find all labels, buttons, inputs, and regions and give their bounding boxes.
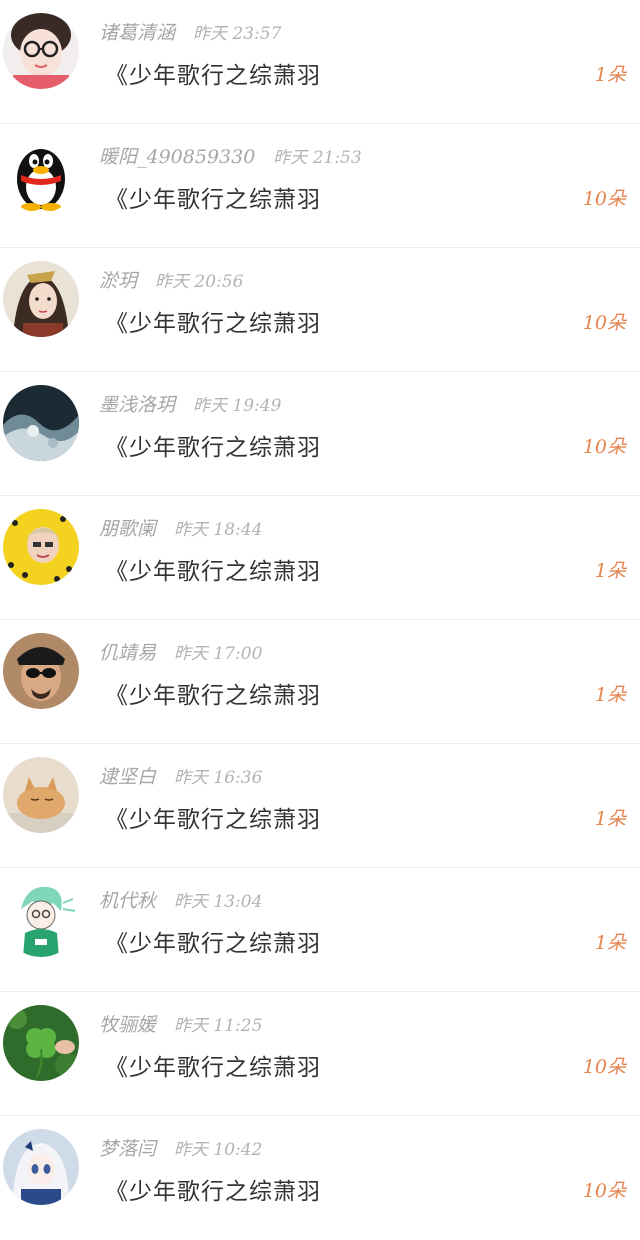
list-item[interactable]: 墨浅洛玥 昨天 19:49 《少年歌行之综萧羽 10朵 xyxy=(0,372,640,496)
gift-time: 昨天 21:53 xyxy=(273,148,362,168)
flower-count: 10朵 xyxy=(582,436,626,458)
list-item[interactable]: 淤玥 昨天 20:56 《少年歌行之综萧羽 10朵 xyxy=(0,248,640,372)
gift-time: 昨天 10:42 xyxy=(174,1140,263,1160)
user-name[interactable]: 仉靖易 xyxy=(99,642,156,664)
list-item[interactable]: 仉靖易 昨天 17:00 《少年歌行之综萧羽 1朵 xyxy=(0,620,640,744)
ink-wave-avatar[interactable] xyxy=(3,385,79,461)
clover-avatar[interactable] xyxy=(3,1005,79,1081)
user-name[interactable]: 诸葛清涵 xyxy=(99,22,175,44)
flower-count: 10朵 xyxy=(582,1056,626,1078)
list-item[interactable]: 牧骊媛 昨天 11:25 《少年歌行之综萧羽 10朵 xyxy=(0,992,640,1116)
user-name[interactable]: 机代秋 xyxy=(99,890,156,912)
flower-count: 1朵 xyxy=(594,684,626,706)
sunglasses-man-avatar[interactable] xyxy=(3,633,79,709)
user-name[interactable]: 暖阳_490859330 xyxy=(99,146,255,168)
girl-glasses-avatar[interactable] xyxy=(3,13,79,89)
cat-avatar[interactable] xyxy=(3,757,79,833)
yellow-boy-avatar[interactable] xyxy=(3,509,79,585)
book-title[interactable]: 《少年歌行之综萧羽 xyxy=(105,56,321,90)
book-title[interactable]: 《少年歌行之综萧羽 xyxy=(105,428,321,462)
book-title[interactable]: 《少年歌行之综萧羽 xyxy=(105,800,321,834)
anime-girl-avatar[interactable] xyxy=(3,1129,79,1205)
green-cartoon-boy-avatar[interactable] xyxy=(3,881,79,957)
flower-count: 1朵 xyxy=(594,560,626,582)
list-item[interactable]: 朋歌阑 昨天 18:44 《少年歌行之综萧羽 1朵 xyxy=(0,496,640,620)
user-name[interactable]: 朋歌阑 xyxy=(99,518,156,540)
gift-time: 昨天 18:44 xyxy=(174,520,263,540)
user-name[interactable]: 逮坚白 xyxy=(99,766,156,788)
gift-time: 昨天 16:36 xyxy=(174,768,263,788)
user-name[interactable]: 墨浅洛玥 xyxy=(99,394,175,416)
book-title[interactable]: 《少年歌行之综萧羽 xyxy=(105,924,321,958)
list-item[interactable]: 暖阳_490859330 昨天 21:53 《少年歌行之综萧羽 10朵 xyxy=(0,124,640,248)
gift-time: 昨天 19:49 xyxy=(193,396,282,416)
user-name[interactable]: 牧骊媛 xyxy=(99,1014,156,1036)
book-title[interactable]: 《少年歌行之综萧羽 xyxy=(105,180,321,214)
gift-time: 昨天 20:56 xyxy=(155,272,244,292)
flower-count: 10朵 xyxy=(582,1180,626,1202)
list-item[interactable]: 机代秋 昨天 13:04 《少年歌行之综萧羽 1朵 xyxy=(0,868,640,992)
user-name[interactable]: 淤玥 xyxy=(99,270,137,292)
list-item[interactable]: 梦落闫 昨天 10:42 《少年歌行之综萧羽 10朵 xyxy=(0,1116,640,1240)
book-title[interactable]: 《少年歌行之综萧羽 xyxy=(105,1048,321,1082)
book-title[interactable]: 《少年歌行之综萧羽 xyxy=(105,676,321,710)
user-name[interactable]: 梦落闫 xyxy=(99,1138,156,1160)
list-item[interactable]: 诸葛清涵 昨天 23:57 《少年歌行之综萧羽 1朵 xyxy=(0,0,640,124)
book-title[interactable]: 《少年歌行之综萧羽 xyxy=(105,304,321,338)
book-title[interactable]: 《少年歌行之综萧羽 xyxy=(105,552,321,586)
flower-count: 1朵 xyxy=(594,932,626,954)
ancient-girl-avatar[interactable] xyxy=(3,261,79,337)
list-item[interactable]: 逮坚白 昨天 16:36 《少年歌行之综萧羽 1朵 xyxy=(0,744,640,868)
gift-list: 诸葛清涵 昨天 23:57 《少年歌行之综萧羽 1朵 暖阳_490859330 昨天… xyxy=(0,0,640,1217)
flower-count: 1朵 xyxy=(594,64,626,86)
gift-time: 昨天 23:57 xyxy=(193,24,282,44)
gift-time: 昨天 11:25 xyxy=(174,1016,263,1036)
gift-time: 昨天 13:04 xyxy=(174,892,263,912)
flower-count: 10朵 xyxy=(582,188,626,210)
qq-penguin-avatar[interactable] xyxy=(3,137,79,213)
gift-time: 昨天 17:00 xyxy=(174,644,263,664)
flower-count: 10朵 xyxy=(582,312,626,334)
book-title[interactable]: 《少年歌行之综萧羽 xyxy=(105,1172,321,1206)
flower-count: 1朵 xyxy=(594,808,626,830)
